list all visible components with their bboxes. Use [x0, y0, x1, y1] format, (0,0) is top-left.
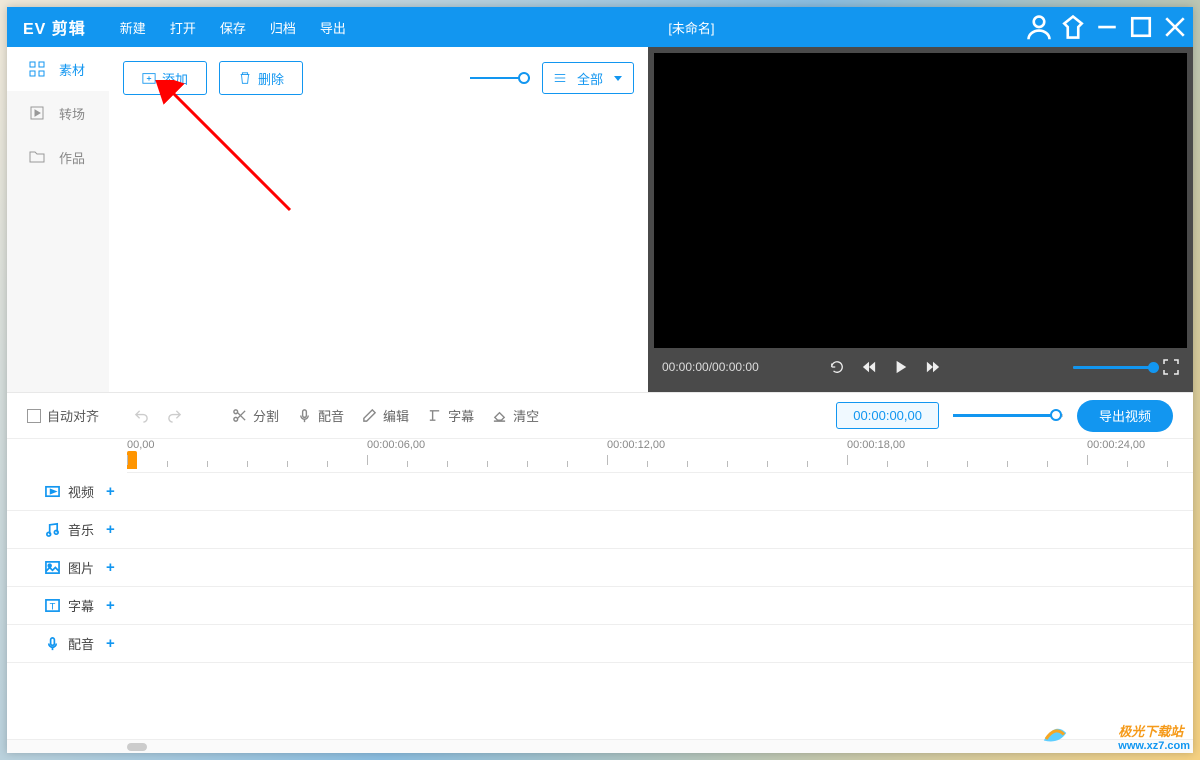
asset-zoom-slider[interactable]: [470, 77, 530, 79]
forward-icon[interactable]: [926, 360, 940, 374]
nav-transitions[interactable]: 转场: [7, 91, 109, 135]
user-icon[interactable]: [1025, 13, 1053, 41]
asset-panel: 添加 删除 全部: [109, 47, 648, 392]
track-subtitle[interactable]: T字幕+: [7, 587, 1193, 625]
timeline-toolbar: 自动对齐 分割 配音 编辑 字幕 清空 00:00:00,00 导出视频: [7, 393, 1193, 439]
redo-button[interactable]: [167, 408, 182, 423]
watermark: 极光下载站 www.xz7.com: [1118, 721, 1190, 752]
project-title: [未命名]: [358, 18, 1025, 37]
loop-icon[interactable]: [830, 360, 844, 374]
horizontal-scrollbar[interactable]: [7, 739, 1193, 753]
maximize-button[interactable]: [1127, 13, 1155, 41]
menu-new[interactable]: 新建: [108, 18, 158, 37]
track-voice[interactable]: 配音+: [7, 625, 1193, 663]
menu-export[interactable]: 导出: [308, 18, 358, 37]
track-image[interactable]: 图片+: [7, 549, 1193, 587]
rewind-icon[interactable]: [862, 360, 876, 374]
add-subtitle-track[interactable]: +: [106, 597, 115, 614]
clear-button[interactable]: 清空: [492, 406, 539, 425]
delete-button[interactable]: 删除: [219, 61, 303, 95]
undo-button[interactable]: [134, 408, 149, 423]
auto-align-checkbox[interactable]: 自动对齐: [27, 406, 99, 425]
app-logo: EV 剪辑: [23, 15, 86, 39]
watermark-logo: [1040, 718, 1070, 748]
skin-icon[interactable]: [1059, 13, 1087, 41]
track-video[interactable]: 视频+: [7, 473, 1193, 511]
menu-save[interactable]: 保存: [208, 18, 258, 37]
edit-button[interactable]: 编辑: [362, 406, 409, 425]
track-music[interactable]: 音乐+: [7, 511, 1193, 549]
left-nav: 素材 转场 作品: [7, 47, 109, 392]
add-image-track[interactable]: +: [106, 559, 115, 576]
asset-area[interactable]: [123, 105, 634, 378]
nav-works[interactable]: 作品: [7, 135, 109, 179]
filter-dropdown[interactable]: 全部: [542, 62, 634, 94]
menu-open[interactable]: 打开: [158, 18, 208, 37]
fullscreen-icon[interactable]: [1163, 359, 1179, 375]
export-video-button[interactable]: 导出视频: [1077, 400, 1173, 432]
preview-panel: 00:00:00/00:00:00: [648, 47, 1193, 392]
play-icon[interactable]: [894, 360, 908, 374]
close-button[interactable]: [1161, 13, 1189, 41]
svg-text:T: T: [50, 601, 56, 611]
add-music-track[interactable]: +: [106, 521, 115, 538]
tracks: 视频+ 音乐+ 图片+ T字幕+ 配音+: [7, 473, 1193, 739]
volume-slider[interactable]: [1073, 366, 1153, 369]
preview-video[interactable]: [654, 53, 1187, 348]
menu-archive[interactable]: 归档: [258, 18, 308, 37]
preview-time: 00:00:00/00:00:00: [662, 360, 759, 374]
add-button[interactable]: 添加: [123, 61, 207, 95]
minimize-button[interactable]: [1093, 13, 1121, 41]
titlebar: EV 剪辑 新建 打开 保存 归档 导出 [未命名]: [7, 7, 1193, 47]
add-video-track[interactable]: +: [106, 483, 115, 500]
add-voice-track[interactable]: +: [106, 635, 115, 652]
voice-button[interactable]: 配音: [297, 406, 344, 425]
ruler[interactable]: 00,0000:00:06,0000:00:12,0000:00:18,0000…: [7, 439, 1193, 473]
nav-assets[interactable]: 素材: [7, 47, 109, 91]
subtitle-button[interactable]: 字幕: [427, 406, 474, 425]
timeline-zoom-slider[interactable]: [953, 414, 1063, 417]
timeline-time: 00:00:00,00: [836, 402, 939, 429]
split-button[interactable]: 分割: [232, 406, 279, 425]
chevron-down-icon: [613, 73, 623, 83]
